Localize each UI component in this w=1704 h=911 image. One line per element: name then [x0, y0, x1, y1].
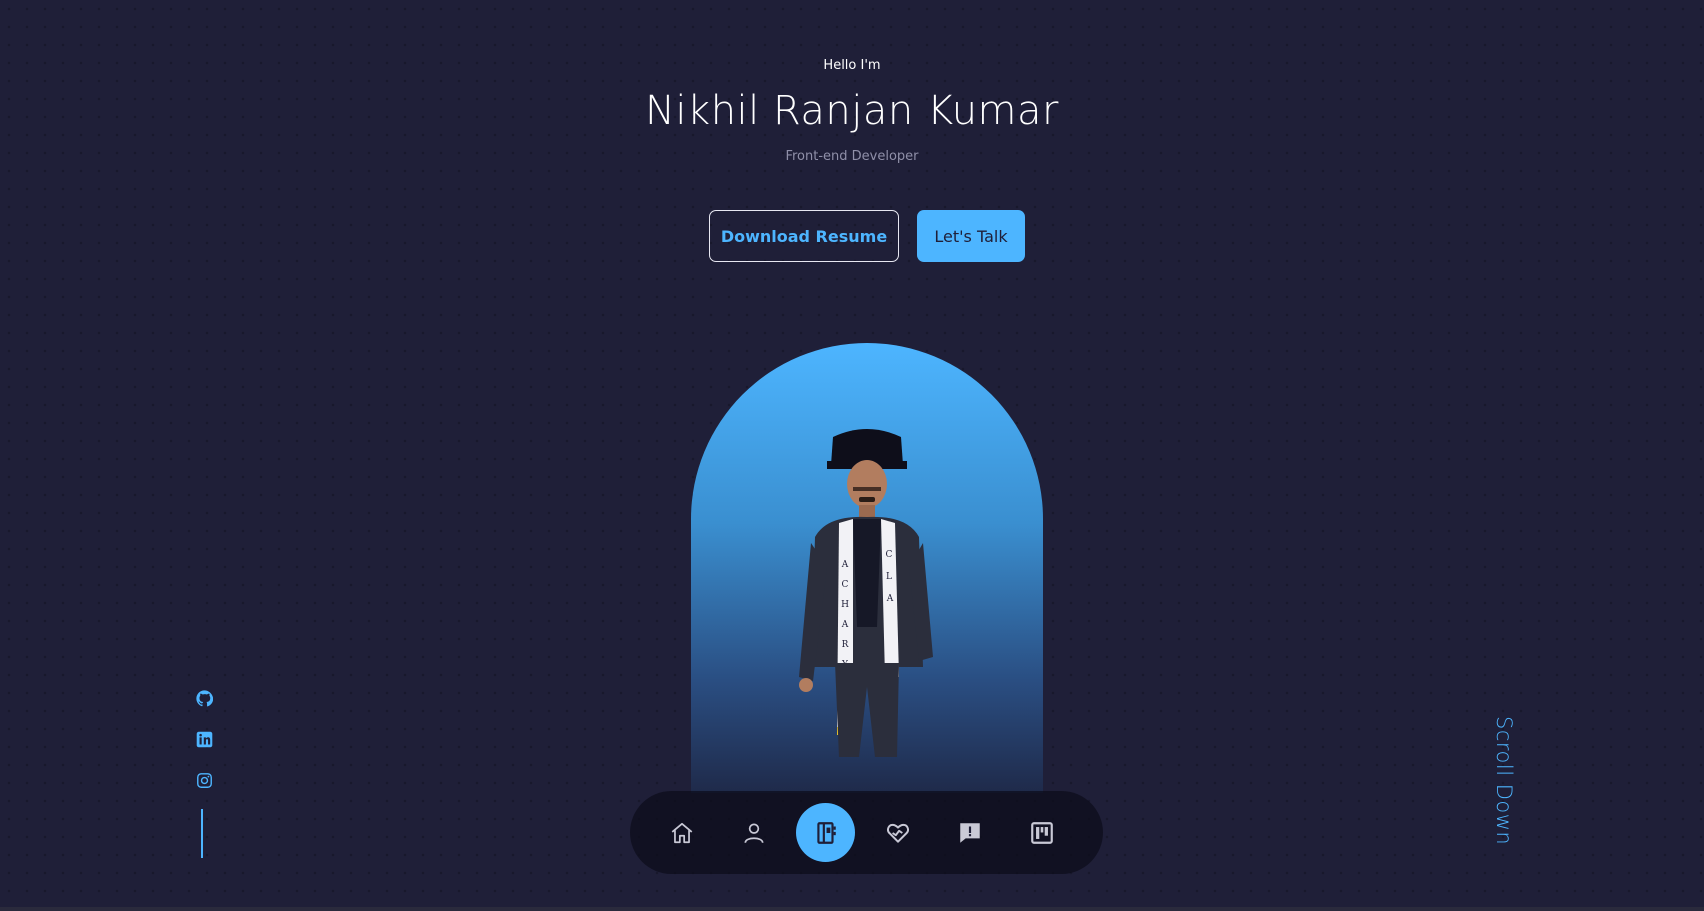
hero-role: Front-end Developer: [785, 149, 919, 164]
svg-text:R: R: [842, 640, 849, 650]
hero-name: Nikhil Ranjan Kumar: [645, 88, 1059, 134]
home-icon: [671, 822, 692, 843]
page: Hello I'm Nikhil Ranjan Kumar Front-end …: [0, 0, 1704, 911]
nav-testimonials[interactable]: [940, 803, 999, 862]
svg-text:H: H: [841, 600, 849, 610]
svg-text:C: C: [886, 550, 893, 560]
linkedin-icon[interactable]: [192, 727, 216, 751]
nav-portfolio[interactable]: [1012, 803, 1071, 862]
bottom-edge: [0, 907, 1704, 911]
svg-text:A: A: [841, 620, 849, 630]
svg-text:C: C: [842, 580, 849, 590]
message-icon: [959, 822, 980, 843]
nav-services[interactable]: [868, 803, 927, 862]
social-divider-line: [201, 809, 203, 858]
social-links: [192, 686, 216, 809]
instagram-icon[interactable]: [192, 768, 216, 792]
portrait-frame: A C H A R Y A C L A: [691, 343, 1043, 793]
github-icon[interactable]: [192, 686, 216, 710]
bottom-navigation: [630, 791, 1103, 874]
nav-experience[interactable]: [796, 803, 855, 862]
svg-text:L: L: [886, 572, 892, 582]
nav-about[interactable]: [724, 803, 783, 862]
portfolio-icon: [1030, 821, 1053, 844]
nav-home[interactable]: [652, 803, 711, 862]
book-icon: [816, 821, 836, 844]
portrait-image: A C H A R Y A C L A: [799, 429, 933, 757]
svg-text:A: A: [841, 560, 849, 570]
services-icon: [886, 823, 909, 843]
scroll-down-link[interactable]: Scroll Down: [1492, 716, 1516, 845]
download-resume-button[interactable]: Download Resume: [709, 210, 899, 262]
lets-talk-button[interactable]: Let's Talk: [917, 210, 1025, 262]
user-icon: [743, 822, 764, 843]
greeting-text: Hello I'm: [823, 58, 881, 73]
svg-text:A: A: [886, 594, 894, 604]
